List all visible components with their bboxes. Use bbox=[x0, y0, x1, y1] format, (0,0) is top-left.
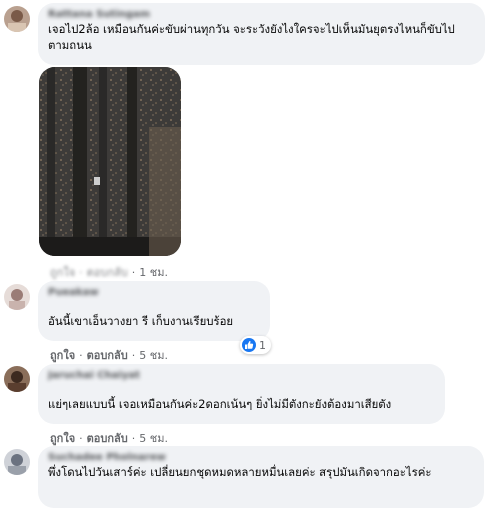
like-link[interactable]: ถูกใจ bbox=[50, 349, 75, 362]
comment-author[interactable]: Suchadee Pholnarew bbox=[48, 452, 474, 464]
comment-bubble: Rattana Sutingam เจอไป2ล้อ เหมือนกันค่ะข… bbox=[38, 3, 485, 65]
comment-author[interactable]: Rattana Sutingam bbox=[48, 9, 475, 21]
reaction-summary[interactable]: 1 bbox=[240, 336, 271, 354]
comment-bubble: Suchadee Pholnarew พึ่งโดนไปวันเสาร์ค่ะ … bbox=[38, 446, 484, 508]
avatar[interactable] bbox=[4, 449, 30, 475]
like-icon bbox=[242, 338, 256, 352]
avatar[interactable] bbox=[4, 6, 30, 32]
reply-link[interactable]: ตอบกลับ bbox=[87, 266, 128, 279]
comment-time[interactable]: 5 ชม. bbox=[139, 432, 168, 445]
comment-actions: ถูกใจ · ตอบกลับ · 5 ชม. bbox=[50, 349, 168, 362]
avatar[interactable] bbox=[4, 284, 30, 310]
comment-author[interactable]: Jaruchai Chaiyat bbox=[48, 370, 435, 382]
comment-photo-tire[interactable] bbox=[39, 67, 181, 256]
comment-text: พึ่งโดนไปวันเสาร์ค่ะ เปลี่ยนยกชุดหมดหลาย… bbox=[48, 465, 432, 479]
comment-actions: ถูกใจ · ตอบกลับ · 5 ชม. bbox=[50, 432, 168, 445]
comment-text: อันนี้เขาเอ็นวางยา รี เก็บงานเรียบร้อย bbox=[48, 314, 234, 328]
comment-time[interactable]: 1 ชม. bbox=[139, 266, 168, 279]
comment-author[interactable]: Pueakaw bbox=[48, 287, 260, 299]
reply-link[interactable]: ตอบกลับ bbox=[87, 349, 128, 362]
reaction-count: 1 bbox=[259, 338, 266, 352]
like-link[interactable]: ถูกใจ bbox=[50, 266, 75, 279]
comment-time[interactable]: 5 ชม. bbox=[139, 349, 168, 362]
comment-bubble: Pueakaw อันนี้เขาเอ็นวางยา รี เก็บงานเรี… bbox=[38, 281, 270, 341]
like-link[interactable]: ถูกใจ bbox=[50, 432, 75, 445]
comment-bubble: Jaruchai Chaiyat แย่ๆเลยแบบนี้ เจอเหมือน… bbox=[38, 364, 445, 424]
comment-text: แย่ๆเลยแบบนี้ เจอเหมือนกันค่ะ2ดอกเน้นๆ ย… bbox=[48, 397, 392, 411]
comment-actions: ถูกใจ · ตอบกลับ · 1 ชม. bbox=[50, 266, 168, 279]
avatar[interactable] bbox=[4, 366, 30, 392]
reply-link[interactable]: ตอบกลับ bbox=[87, 432, 128, 445]
comment-text: เจอไป2ล้อ เหมือนกันค่ะขับผ่านทุกวัน จะระ… bbox=[48, 22, 455, 52]
